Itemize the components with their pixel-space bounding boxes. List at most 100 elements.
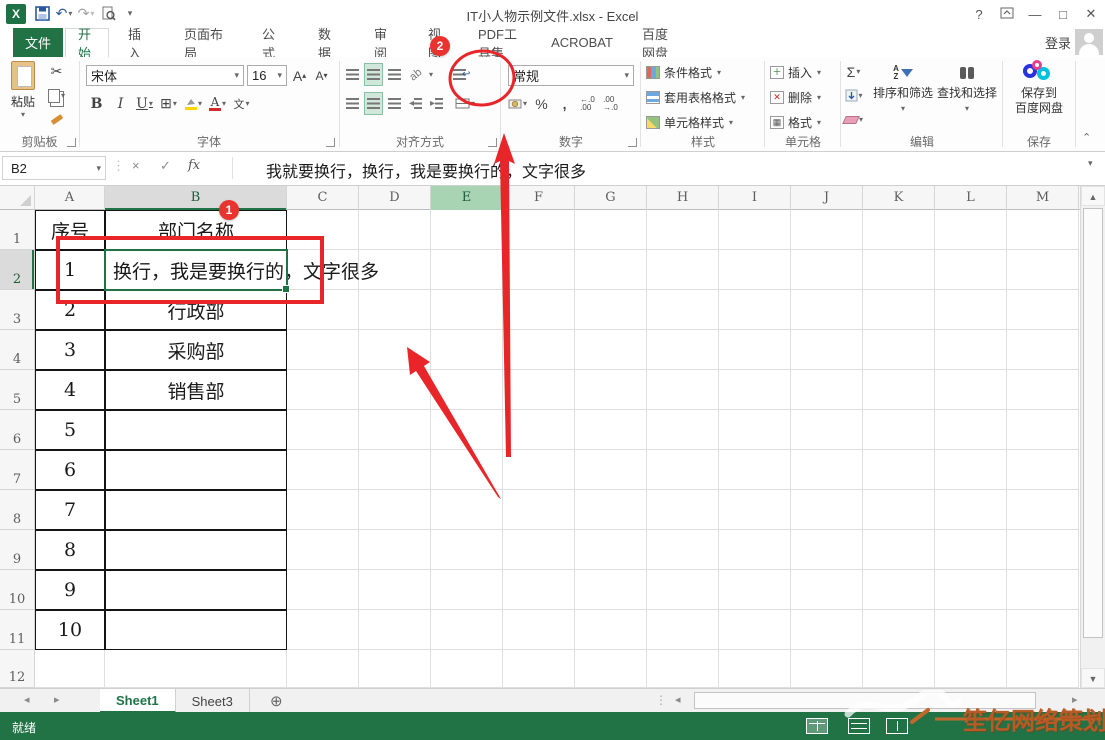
fill-icon[interactable]: ▾ [844, 85, 863, 106]
cell-A5[interactable]: 4 [35, 370, 105, 410]
sign-in-link[interactable]: 登录 [1045, 33, 1071, 52]
cell-I3[interactable] [719, 290, 791, 330]
cell-L10[interactable] [935, 570, 1007, 610]
cell-G8[interactable] [575, 490, 647, 530]
cell-L7[interactable] [935, 450, 1007, 490]
cell-C4[interactable] [287, 330, 359, 370]
cell-E11[interactable] [431, 610, 503, 650]
cell-B5[interactable]: 销售部 [105, 370, 287, 410]
cell-F1[interactable] [503, 210, 575, 250]
cell-B3[interactable]: 行政部 [105, 290, 287, 330]
cell-E12[interactable] [431, 650, 503, 688]
clipboard-dialog-launcher[interactable] [67, 138, 76, 147]
row-header-3[interactable]: 3 [0, 290, 35, 330]
column-header-B[interactable]: B [105, 186, 287, 210]
cell-G4[interactable] [575, 330, 647, 370]
cell-F4[interactable] [503, 330, 575, 370]
number-dialog-launcher[interactable] [628, 138, 637, 147]
cell-L2[interactable] [935, 250, 1007, 290]
cell-G9[interactable] [575, 530, 647, 570]
hscroll-left-icon[interactable]: ◂ [675, 693, 681, 706]
styles-item-2[interactable]: 套用表格格式▾ [646, 85, 745, 110]
sort-filter-button[interactable]: AZ 排序和筛选 ▾ [872, 60, 934, 116]
cell-F5[interactable] [503, 370, 575, 410]
normal-view-icon[interactable] [806, 718, 828, 734]
cell-L8[interactable] [935, 490, 1007, 530]
cell-C12[interactable] [287, 650, 359, 688]
cell-K2[interactable] [863, 250, 935, 290]
cell-K9[interactable] [863, 530, 935, 570]
cell-H3[interactable] [647, 290, 719, 330]
underline-button[interactable]: U▾ [136, 93, 153, 114]
tab-PDF工具集[interactable]: PDF工具集 [466, 28, 530, 57]
row-header-8[interactable]: 8 [0, 490, 35, 530]
maximize-button[interactable]: □ [1049, 7, 1077, 22]
namebox-splitter[interactable]: ⋮ [112, 158, 125, 174]
cell-C7[interactable] [287, 450, 359, 490]
cell-D5[interactable] [359, 370, 431, 410]
cell-J6[interactable] [791, 410, 863, 450]
cell-I7[interactable] [719, 450, 791, 490]
font-size-combo[interactable]: 16▾ [247, 65, 287, 86]
font-color-icon[interactable]: A▾ [209, 93, 226, 114]
number-format-combo[interactable]: 常规▾ [508, 65, 634, 86]
middle-align-icon[interactable] [365, 64, 382, 85]
row-header-7[interactable]: 7 [0, 450, 35, 490]
minimize-button[interactable]: — [1021, 7, 1049, 22]
cell-G5[interactable] [575, 370, 647, 410]
cell-H5[interactable] [647, 370, 719, 410]
cell-D11[interactable] [359, 610, 431, 650]
column-header-M[interactable]: M [1007, 186, 1079, 210]
cell-E6[interactable] [431, 410, 503, 450]
cells-item-2[interactable]: ✕删除▾ [770, 85, 821, 110]
cell-J2[interactable] [791, 250, 863, 290]
alignment-dialog-launcher[interactable] [488, 138, 497, 147]
cell-C9[interactable] [287, 530, 359, 570]
cell-M4[interactable] [1007, 330, 1079, 370]
cell-H2[interactable] [647, 250, 719, 290]
insert-function-icon[interactable]: fx [188, 158, 200, 173]
cell-K3[interactable] [863, 290, 935, 330]
merge-center-icon[interactable]: ▾ [455, 93, 475, 114]
cell-J3[interactable] [791, 290, 863, 330]
cell-F3[interactable] [503, 290, 575, 330]
row-header-6[interactable]: 6 [0, 410, 35, 450]
cell-A7[interactable]: 6 [35, 450, 105, 490]
formula-bar-value[interactable]: 我就要换行，换行，我是要换行的，文字很多 [266, 158, 586, 182]
cell-E7[interactable] [431, 450, 503, 490]
cell-H11[interactable] [647, 610, 719, 650]
tab-文件[interactable]: 文件 [13, 28, 63, 57]
cell-J9[interactable] [791, 530, 863, 570]
cell-J1[interactable] [791, 210, 863, 250]
tab-公式[interactable]: 公式 [250, 28, 296, 57]
cell-M10[interactable] [1007, 570, 1079, 610]
styles-item-1[interactable]: 条件格式▾ [646, 60, 745, 85]
cell-M11[interactable] [1007, 610, 1079, 650]
find-select-button[interactable]: 查找和选择 ▾ [936, 60, 998, 116]
cell-F10[interactable] [503, 570, 575, 610]
cut-icon[interactable]: ✂ [48, 61, 65, 82]
cell-L12[interactable] [935, 650, 1007, 688]
page-layout-view-icon[interactable] [848, 718, 870, 734]
font-dialog-launcher[interactable] [326, 138, 335, 147]
cell-I9[interactable] [719, 530, 791, 570]
cell-J8[interactable] [791, 490, 863, 530]
active-cell-selection[interactable] [104, 249, 288, 291]
cell-B8[interactable] [105, 490, 287, 530]
cell-F11[interactable] [503, 610, 575, 650]
cell-B12[interactable] [105, 650, 287, 688]
column-header-D[interactable]: D [359, 186, 431, 210]
cell-B11[interactable] [105, 610, 287, 650]
column-header-H[interactable]: H [647, 186, 719, 210]
cell-I2[interactable] [719, 250, 791, 290]
styles-item-3[interactable]: 单元格样式▾ [646, 110, 745, 135]
cell-E2[interactable] [431, 250, 503, 290]
cell-I1[interactable] [719, 210, 791, 250]
cell-G6[interactable] [575, 410, 647, 450]
paste-button[interactable]: 粘贴 ▾ [6, 61, 40, 119]
cell-M7[interactable] [1007, 450, 1079, 490]
cell-F7[interactable] [503, 450, 575, 490]
tab-百度网盘[interactable]: 百度网盘 [630, 28, 690, 57]
accounting-format-icon[interactable]: ▾ [508, 93, 527, 114]
increase-decimal-icon[interactable]: ←.0.00 [579, 93, 596, 114]
